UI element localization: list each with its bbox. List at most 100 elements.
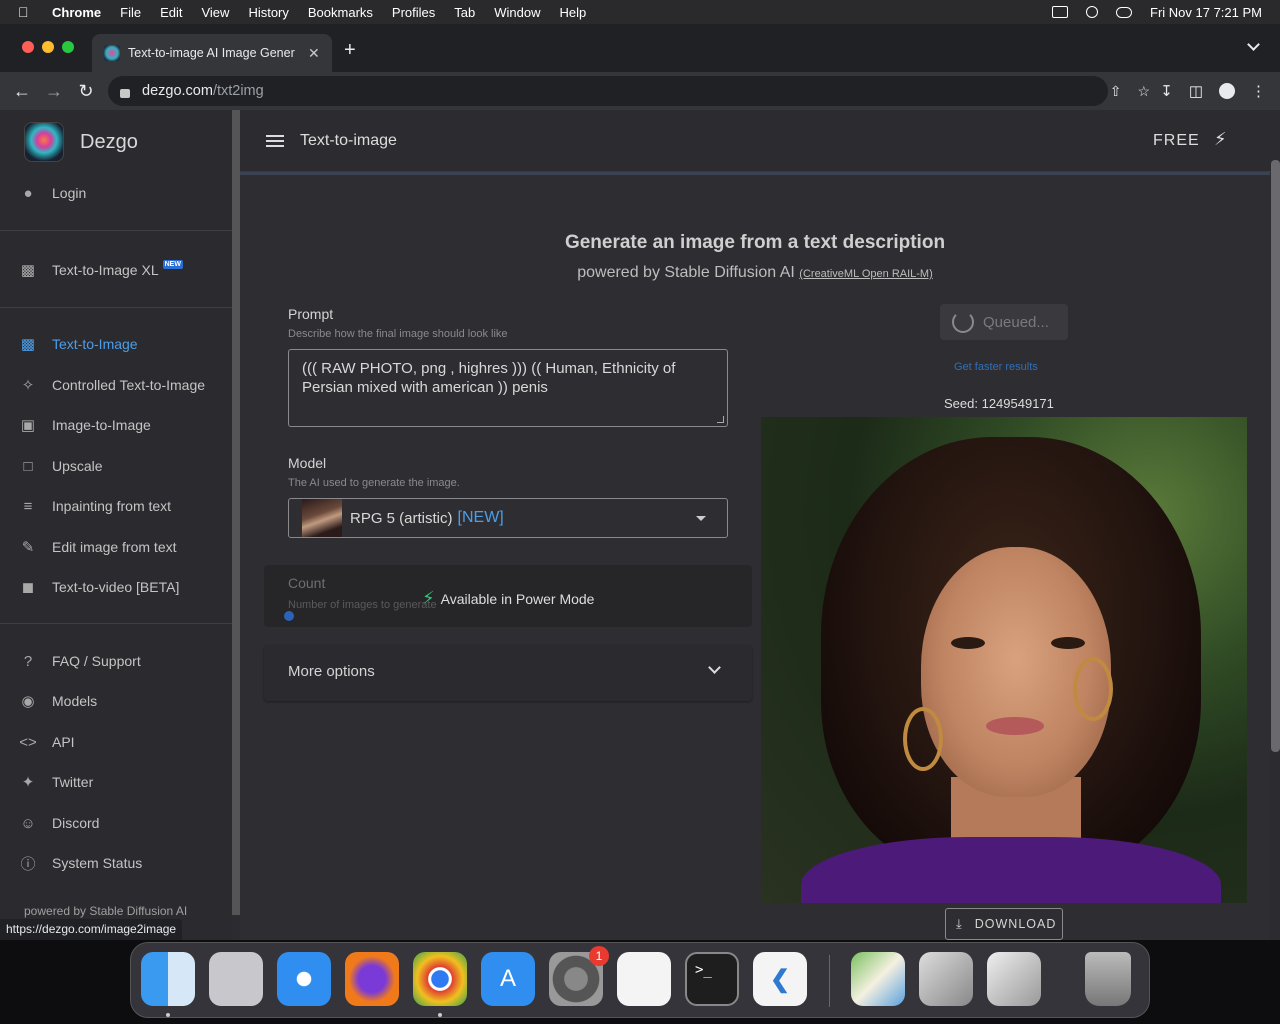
menu-profiles[interactable]: Profiles — [392, 5, 435, 20]
finder-icon[interactable] — [141, 952, 195, 1006]
sidebar-item-image-to-image[interactable]: ▣ Image-to-Image — [18, 415, 151, 435]
tab-close-icon[interactable]: ✕ — [308, 45, 320, 62]
control-center-icon[interactable] — [1116, 6, 1132, 18]
count-field-locked[interactable]: Count Number of images to generate ⚡︎ Av… — [264, 565, 752, 627]
apple-icon[interactable]:  — [18, 4, 36, 20]
trash-icon[interactable] — [1085, 952, 1131, 1006]
sidebar-item-edit-image[interactable]: ✎ Edit image from text — [18, 537, 177, 557]
main-heading: Generate an image from a text descriptio… — [564, 232, 946, 253]
terminal-icon[interactable]: >_ — [685, 952, 739, 1006]
side-panel-icon[interactable]: ◫ — [1189, 82, 1203, 100]
main-scrollbar[interactable] — [1271, 160, 1280, 752]
sidebar-item-label: Upscale — [52, 458, 103, 474]
dock-separator — [829, 955, 830, 1007]
sidebar-item-system-status[interactable]: ⓘ System Status — [18, 853, 142, 873]
notification-badge: 1 — [589, 946, 609, 966]
resize-handle-icon[interactable] — [717, 416, 724, 423]
menu-tab[interactable]: Tab — [454, 5, 475, 20]
more-options-label: More options — [288, 663, 375, 680]
vscode-icon[interactable]: ❮ — [753, 952, 807, 1006]
power-mode-notice[interactable]: ⚡︎ Available in Power Mode — [422, 588, 594, 609]
sidebar-item-label: Controlled Text-to-Image — [52, 377, 206, 393]
menu-bookmarks[interactable]: Bookmarks — [308, 5, 373, 20]
disk-diagnostics-icon[interactable] — [987, 952, 1041, 1006]
browser-tab-active[interactable]: Text-to-image AI Image Gener ✕ — [92, 34, 332, 72]
spotlight-icon[interactable] — [1086, 6, 1098, 18]
sidebar-scrollbar[interactable] — [232, 110, 240, 915]
menu-chrome[interactable]: Chrome — [52, 5, 101, 20]
download-icon[interactable]: ↧ — [1160, 82, 1173, 100]
license-link[interactable]: (CreativeML Open RAIL-M) — [799, 268, 932, 280]
zoom-window-button[interactable] — [62, 41, 74, 53]
profile-avatar-icon[interactable] — [1219, 83, 1235, 99]
sidebar-divider — [0, 230, 232, 231]
prompt-value: ((( RAW PHOTO, png , highres ))) (( Huma… — [302, 360, 676, 396]
sidebar-item-inpainting[interactable]: ≡ Inpainting from text — [18, 496, 171, 516]
model-select[interactable]: RPG 5 (artistic) [NEW] — [288, 498, 728, 538]
sidebar-item-text-to-image-xl[interactable]: ▩ Text-to-Image XL NEW — [18, 259, 183, 280]
sidebar-item-text-to-image[interactable]: ▩ Text-to-Image — [18, 334, 138, 354]
sidebar-item-discord[interactable]: ☺ Discord — [18, 813, 99, 833]
sidebar-item-text-to-video[interactable]: ◼ Text-to-video [BETA] — [18, 577, 180, 597]
brand[interactable]: Dezgo — [24, 122, 138, 162]
share-icon[interactable]: ⇧ — [1110, 83, 1122, 100]
back-arrow-icon[interactable]: ← — [6, 81, 38, 102]
safari-icon[interactable] — [277, 952, 331, 1006]
prompt-textarea[interactable]: ((( RAW PHOTO, png , highres ))) (( Huma… — [288, 349, 728, 427]
sidebar-footer: powered by Stable Diffusion AI — [24, 904, 188, 918]
screen-mirror-icon[interactable] — [1052, 6, 1068, 18]
app-top-bar: Text-to-image FREE ⚡︎ — [240, 110, 1280, 172]
textedit-icon[interactable] — [617, 952, 671, 1006]
download-button[interactable]: ⤓ DOWNLOAD — [945, 908, 1063, 940]
menu-help[interactable]: Help — [560, 5, 587, 20]
model-value: RPG 5 (artistic) — [350, 509, 453, 527]
forward-arrow-icon[interactable]: → — [38, 81, 70, 102]
more-options-accordion[interactable]: More options — [264, 645, 752, 701]
address-bar[interactable]: dezgo.com/txt2img — [108, 76, 1108, 106]
system-settings-icon[interactable]: 1 — [549, 946, 609, 1006]
menu-view[interactable]: View — [201, 5, 229, 20]
lock-icon[interactable] — [120, 88, 130, 98]
browser-tab-strip: Text-to-image AI Image Gener ✕ + — [0, 24, 1280, 72]
menu-window[interactable]: Window — [494, 5, 540, 20]
app-store-icon[interactable]: A — [481, 952, 535, 1006]
chrome-icon[interactable] — [413, 952, 467, 1006]
menu-file[interactable]: File — [120, 5, 141, 20]
sidebar-item-label: System Status — [52, 855, 143, 871]
faster-results-link[interactable]: Get faster results — [954, 361, 1038, 373]
brand-name: Dezgo — [80, 130, 138, 153]
menu-edit[interactable]: Edit — [160, 5, 182, 20]
sidebar-item-models[interactable]: ◉ Models — [18, 691, 97, 711]
count-hint: Number of images to generate — [288, 599, 437, 611]
queued-button[interactable]: Queued... — [940, 304, 1068, 340]
sidebar-item-twitter[interactable]: ✦ Twitter — [18, 772, 94, 792]
close-window-button[interactable] — [22, 41, 34, 53]
sidebar-item-login[interactable]: ● Login — [18, 183, 86, 203]
menubar-clock[interactable]: Fri Nov 17 7:21 PM — [1150, 5, 1262, 20]
sidebar-item-faq[interactable]: ? FAQ / Support — [18, 651, 141, 671]
launchpad-icon[interactable] — [209, 952, 263, 1006]
maps-icon[interactable] — [851, 952, 905, 1006]
new-tab-button[interactable]: + — [344, 39, 356, 62]
chrome-menu-icon[interactable]: ⋮ — [1251, 82, 1266, 100]
hamburger-menu-icon[interactable] — [266, 135, 284, 147]
sidebar-item-api[interactable]: <> API — [18, 732, 74, 752]
bolt-icon[interactable]: ⚡︎ — [1214, 129, 1227, 150]
count-slider-handle[interactable] — [284, 611, 294, 621]
menu-history[interactable]: History — [248, 5, 288, 20]
generated-image[interactable] — [761, 417, 1247, 903]
main-subheading: powered by Stable Diffusion AI (Creative… — [240, 264, 1270, 282]
reload-icon[interactable]: ↻ — [70, 81, 102, 102]
account-icon: ● — [23, 184, 33, 202]
prompt-hint: Describe how the final image should look… — [288, 328, 508, 340]
spinner-icon — [952, 311, 974, 333]
plan-label[interactable]: FREE — [1153, 132, 1200, 150]
chevron-down-icon — [708, 661, 721, 674]
tab-search-chevron-icon[interactable] — [1247, 38, 1260, 51]
firefox-icon[interactable] — [345, 952, 399, 1006]
disk-utility-icon[interactable] — [919, 952, 973, 1006]
bookmark-star-icon[interactable]: ☆ — [1137, 83, 1150, 100]
sidebar-item-upscale[interactable]: □ Upscale — [18, 456, 103, 476]
sidebar-item-controlled-text-to-image[interactable]: ✧ Controlled Text-to-Image — [18, 375, 205, 395]
minimize-window-button[interactable] — [42, 41, 54, 53]
